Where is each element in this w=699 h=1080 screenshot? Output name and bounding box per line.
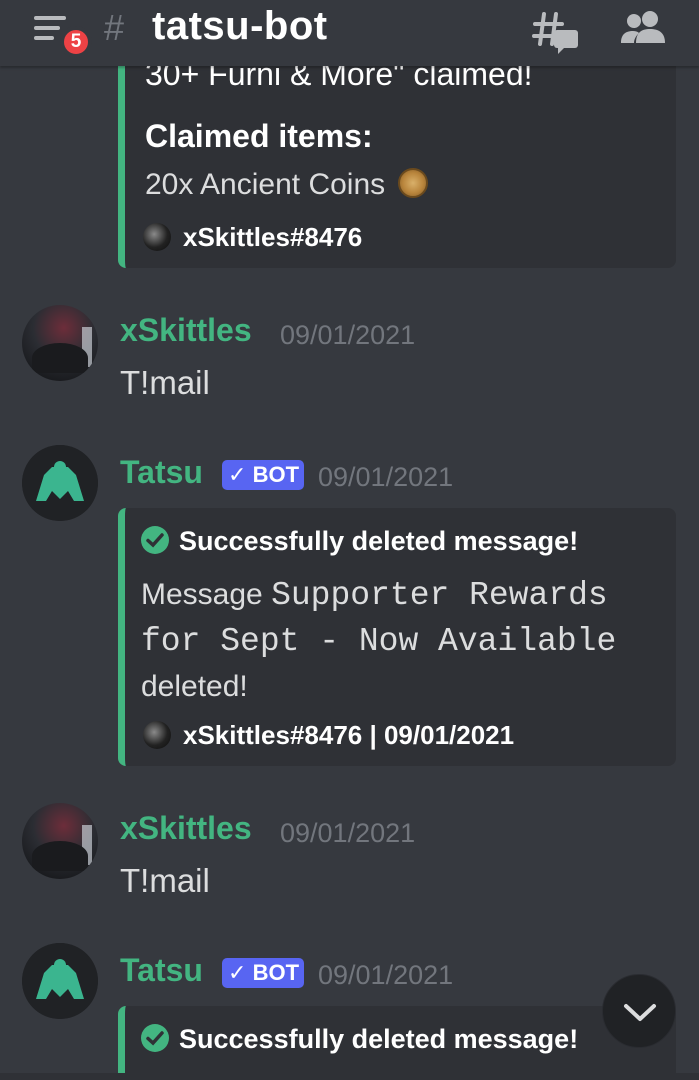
notification-badge: 5 <box>60 26 92 58</box>
message-timestamp: 09/01/2021 <box>318 960 454 990</box>
message-timestamp: 09/01/2021 <box>280 818 416 848</box>
claimed-item-text: 20x Ancient Coins <box>145 168 386 201</box>
desc-prefix: Message <box>141 578 263 611</box>
embed-footer-text: xSkittles#8476 | 09/01/2021 <box>183 720 515 750</box>
embed-title: Successfully deleted message! <box>141 1024 578 1055</box>
delete-embed: Successfully deleted message! <box>118 1006 676 1080</box>
embed-footer: xSkittles#8476 <box>143 222 362 253</box>
footer-avatar <box>143 721 171 749</box>
user-avatar[interactable] <box>22 803 98 879</box>
message-timestamp: 09/01/2021 <box>318 462 454 492</box>
bot-avatar[interactable] <box>22 943 98 1019</box>
footer-avatar <box>143 223 171 251</box>
embed-description: Message Supporter Rewards for Sept - Now… <box>141 572 661 709</box>
embed-title-text: Successfully deleted message! <box>179 1024 579 1054</box>
bot-avatar[interactable] <box>22 445 98 521</box>
user-avatar[interactable] <box>22 305 98 381</box>
bot-tag-label: BOT <box>252 462 300 487</box>
message-username[interactable]: xSkittles <box>120 810 252 847</box>
bot-tag: ✓ BOT <box>222 460 304 490</box>
verified-check-icon: ✓ <box>228 960 247 985</box>
bot-tag-label: BOT <box>252 960 300 985</box>
threads-icon[interactable] <box>532 10 580 54</box>
message-username[interactable]: Tatsu <box>120 952 203 989</box>
members-icon[interactable] <box>620 10 666 44</box>
claim-embed: 30+ Furni & More" claimed! Claimed items… <box>118 40 676 268</box>
embed-footer-text: xSkittles#8476 <box>183 222 363 252</box>
message-content: T!mail <box>120 364 210 401</box>
message-username[interactable]: Tatsu <box>120 454 203 491</box>
check-circle-icon <box>141 1024 169 1052</box>
check-circle-icon <box>141 526 169 554</box>
jump-to-bottom-button[interactable] <box>602 974 676 1048</box>
message-username[interactable]: xSkittles <box>120 312 252 349</box>
bot-tag: ✓ BOT <box>222 958 304 988</box>
channel-name[interactable]: tatsu-bot <box>152 4 328 49</box>
embed-title: Successfully deleted message! <box>141 526 578 557</box>
verified-check-icon: ✓ <box>228 462 247 487</box>
desc-suffix: deleted! <box>141 670 248 703</box>
bottom-bar <box>0 1073 699 1080</box>
embed-field-name: Claimed items: <box>145 118 373 154</box>
message-timestamp: 09/01/2021 <box>280 320 416 350</box>
embed-footer: xSkittles#8476 | 09/01/2021 <box>143 720 514 751</box>
message-list[interactable]: 30+ Furni & More" claimed! Claimed items… <box>0 0 699 1080</box>
ancient-coin-icon <box>397 168 428 198</box>
message-content: T!mail <box>120 862 210 899</box>
embed-title-text: Successfully deleted message! <box>179 526 579 556</box>
embed-field-value: 20x Ancient Coins <box>145 168 428 202</box>
delete-embed: Successfully deleted message! Message Su… <box>118 508 676 766</box>
chevron-down-icon <box>624 1004 656 1021</box>
channel-header: 5 # tatsu-bot <box>0 0 699 66</box>
channel-hash-icon: # <box>104 7 125 48</box>
